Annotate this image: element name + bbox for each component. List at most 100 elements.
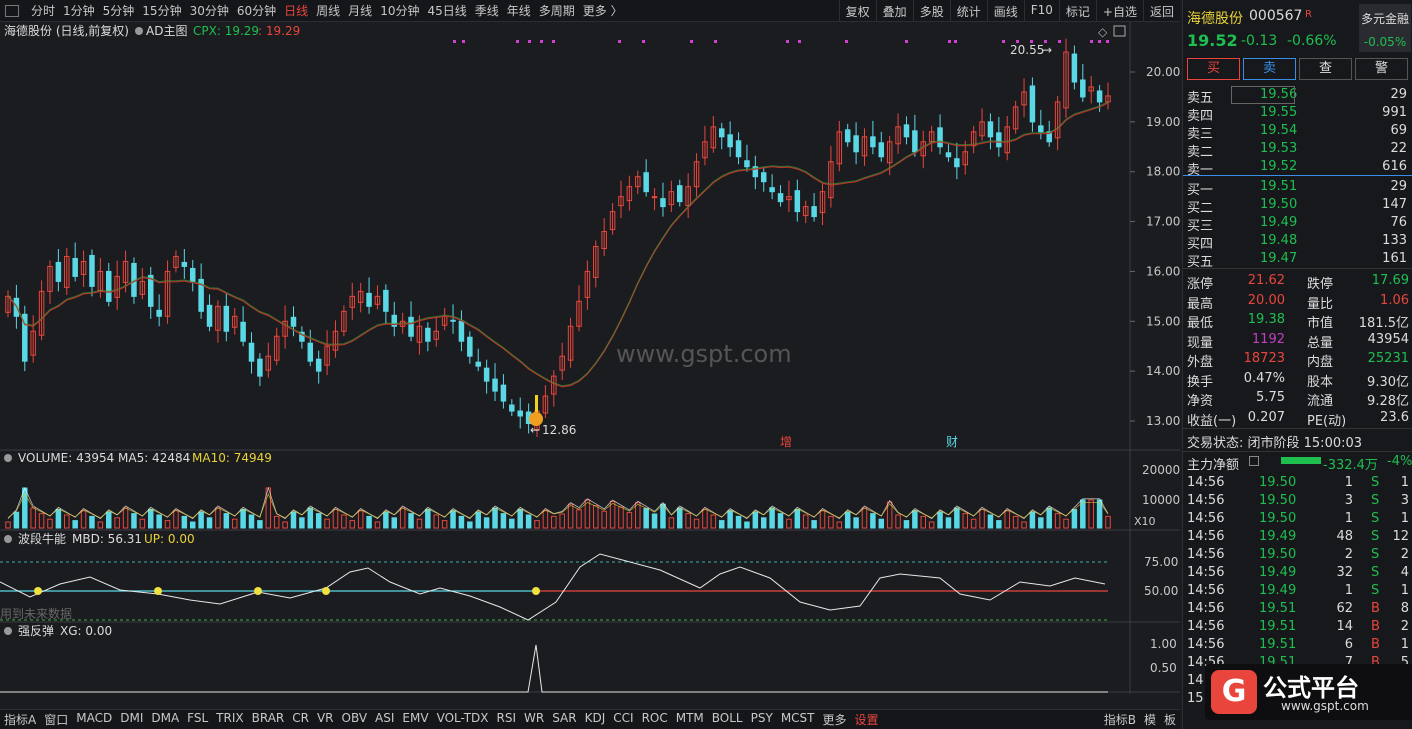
toolbar-button[interactable]: 返回	[1142, 0, 1180, 22]
ask-row[interactable]: 卖五 19.56 29	[1185, 86, 1411, 106]
indicator-tab[interactable]: CCI	[609, 711, 637, 728]
mbd-toggle-icon[interactable]	[4, 535, 12, 543]
bid-row[interactable]: 买一 19.51 29	[1185, 178, 1411, 198]
period-tab[interactable]: 分时	[27, 2, 59, 19]
indicator-tab[interactable]: MACD	[72, 711, 116, 728]
indicator-tab[interactable]: VR	[313, 711, 338, 728]
buy-button[interactable]: 买	[1187, 58, 1240, 80]
volume-label: VOLUME: 43954	[18, 451, 114, 465]
indicator-tab[interactable]: 窗口	[40, 711, 72, 728]
mbd-signal-dot	[34, 587, 42, 595]
period-tab[interactable]: 季线	[471, 2, 503, 19]
indicator-tab[interactable]: BOLL	[708, 711, 747, 728]
indicator-tab[interactable]: RSI	[493, 711, 521, 728]
candle-body	[248, 342, 255, 362]
signal-bar	[535, 395, 538, 412]
stock-chart[interactable]: 海德股份 (日线,前复权) AD主图 CPX: 19.29: 19.29 ◇ 20.00…	[0, 22, 1180, 694]
indicator-tab[interactable]: EMV	[398, 711, 432, 728]
indicator-tab[interactable]: BRAR	[248, 711, 289, 728]
indicator-tab[interactable]: KDJ	[581, 711, 610, 728]
period-tab[interactable]: 年线	[503, 2, 535, 19]
period-tab[interactable]: 月线	[344, 2, 376, 19]
indicator-tab[interactable]: ROC	[638, 711, 672, 728]
toolbar-button[interactable]: 复权	[838, 0, 876, 22]
bid-row[interactable]: 买三 19.49 76	[1185, 214, 1411, 234]
query-button[interactable]: 查	[1299, 58, 1352, 80]
ask-row[interactable]: 卖二 19.53 22	[1185, 140, 1411, 160]
period-tab[interactable]: 60分钟	[233, 2, 280, 19]
candle-body	[475, 361, 481, 367]
period-tab[interactable]: 更多 〉	[579, 2, 627, 19]
xg-toggle-icon[interactable]	[4, 627, 12, 635]
toolbar-button[interactable]: F10	[1023, 0, 1059, 22]
indicator-tab[interactable]: 指标A	[0, 711, 40, 728]
candle-body	[769, 187, 775, 193]
indicator-tab[interactable]: 设置	[851, 711, 883, 728]
indicator-tab[interactable]: 更多	[819, 711, 851, 728]
indicator-toggle-icon[interactable]	[135, 27, 143, 35]
volume-bar	[744, 521, 750, 529]
period-tab[interactable]: 10分钟	[376, 2, 423, 19]
toolbar-button[interactable]: 标记	[1058, 0, 1096, 22]
candle-body	[240, 321, 246, 342]
toolbar-button[interactable]: 画线	[986, 0, 1024, 22]
candle-body	[643, 172, 649, 193]
volume-bar	[408, 513, 414, 529]
period-tab[interactable]: 30分钟	[186, 2, 233, 19]
period-tab[interactable]: 多周期	[535, 2, 579, 19]
indicator-right-tab[interactable]: 指标B	[1100, 711, 1140, 728]
indicator-tab[interactable]: MCST	[777, 711, 819, 728]
volume-bar	[769, 507, 775, 529]
indicator-right-tab[interactable]: 板	[1160, 711, 1180, 728]
toolbar-button[interactable]: 叠加	[875, 0, 913, 22]
sell-button[interactable]: 卖	[1243, 58, 1296, 80]
event-marker[interactable]: 增	[780, 435, 792, 449]
period-tab[interactable]: 日线	[280, 2, 312, 19]
period-tab[interactable]: 5分钟	[99, 2, 139, 19]
volume-bar	[425, 508, 431, 529]
volume-bar	[290, 511, 297, 529]
alert-button[interactable]: 警	[1355, 58, 1408, 80]
period-tab[interactable]: 15分钟	[138, 2, 185, 19]
indicator-right-tab[interactable]: 模	[1140, 711, 1160, 728]
indicator-tab[interactable]: DMI	[116, 711, 147, 728]
indicator-tab[interactable]: VOL-TDX	[433, 711, 493, 728]
period-tab[interactable]: 周线	[312, 2, 344, 19]
sector-badge[interactable]: 多元金融 -0.05%	[1359, 4, 1411, 52]
indicator-tab[interactable]: FSL	[183, 711, 212, 728]
indicator-tab[interactable]: OBV	[338, 711, 372, 728]
y-tick-label: 17.00	[1146, 215, 1180, 229]
volume-bar	[912, 510, 918, 529]
panel-toggle-icon[interactable]	[5, 4, 19, 17]
volume-toggle-icon[interactable]	[4, 454, 12, 462]
bid-row[interactable]: 买四 19.48 133	[1185, 232, 1411, 252]
indicator-tab[interactable]: MTM	[672, 711, 708, 728]
period-tab[interactable]: 45日线	[423, 2, 470, 19]
indicator-tab[interactable]: SAR	[548, 711, 580, 728]
ask-row[interactable]: 卖四 19.55 991	[1185, 104, 1411, 124]
bid-row[interactable]: 买二 19.50 147	[1185, 196, 1411, 216]
volume-bar	[996, 520, 1002, 529]
tick-row: 14:56 19.50 1 S 1	[1187, 511, 1409, 526]
indicator-tab[interactable]: PSY	[747, 711, 777, 728]
indicator-tab[interactable]: TRIX	[212, 711, 247, 728]
toolbar-button[interactable]: 统计	[949, 0, 987, 22]
toolbar-button[interactable]: +自选	[1095, 0, 1143, 22]
indicator-tab[interactable]: CR	[288, 711, 313, 728]
period-tab[interactable]: 1分钟	[59, 2, 99, 19]
volume-bar	[248, 514, 255, 529]
mbd-signal-dot	[254, 587, 262, 595]
indicator-tab[interactable]: WR	[520, 711, 548, 728]
indicator-tab[interactable]: DMA	[147, 711, 183, 728]
toolbar-button[interactable]: 多股	[912, 0, 950, 22]
volume-bar	[483, 517, 490, 529]
diamond-icon[interactable]: ◇	[1098, 25, 1108, 39]
event-marker[interactable]: 财	[946, 435, 958, 449]
candle-body	[937, 127, 943, 148]
candle-body	[1029, 85, 1036, 123]
indicator-tab[interactable]: ASI	[371, 711, 398, 728]
calendar-icon[interactable]	[1249, 456, 1259, 466]
ask-row[interactable]: 卖一 19.52 616	[1185, 158, 1411, 178]
ask-row[interactable]: 卖三 19.54 69	[1185, 122, 1411, 142]
bid-row[interactable]: 买五 19.47 161	[1185, 250, 1411, 270]
